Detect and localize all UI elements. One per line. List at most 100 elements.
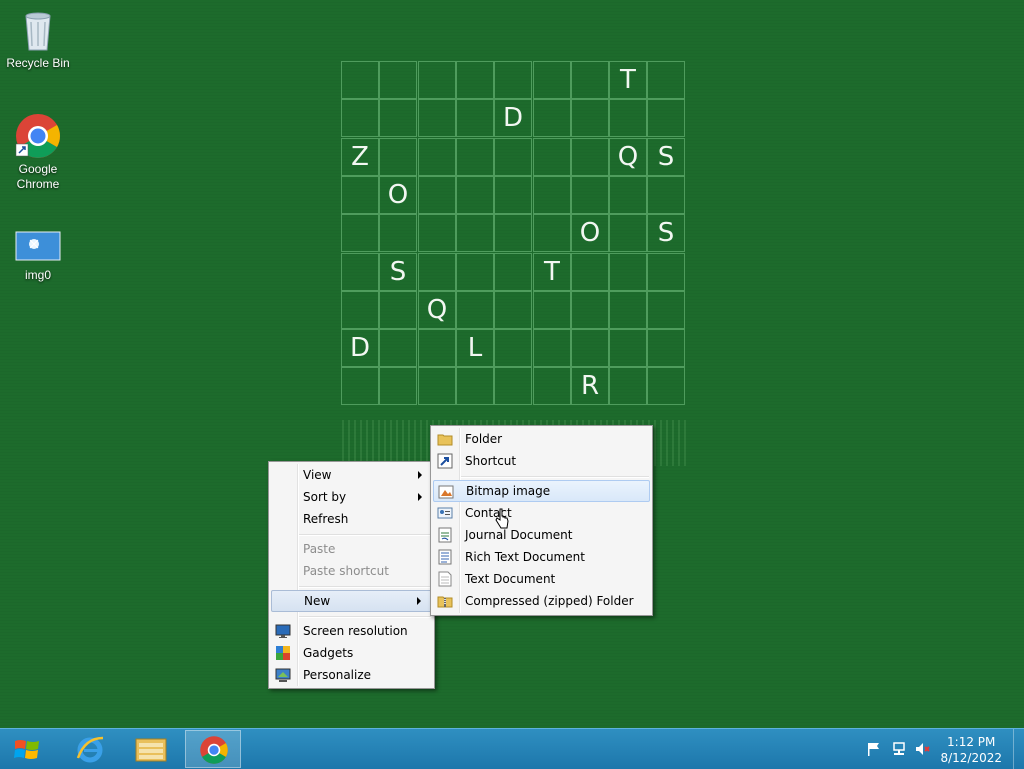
- desktop-icon-label: Recycle Bin: [6, 56, 70, 70]
- grid-cell: [533, 138, 571, 176]
- grid-cell: [379, 367, 417, 405]
- grid-cell: [609, 367, 647, 405]
- desktop-icon-label: img0: [24, 268, 51, 282]
- menu-item-sort-by[interactable]: Sort by: [271, 486, 432, 508]
- gadgets-icon: [275, 645, 291, 661]
- menu-item-new-compressed-folder[interactable]: Compressed (zipped) Folder: [433, 590, 650, 612]
- grid-cell: [571, 138, 609, 176]
- grid-cell: [571, 291, 609, 329]
- grid-cell: [647, 253, 685, 291]
- menu-item-label: Paste shortcut: [303, 564, 389, 578]
- file-explorer-icon: [135, 735, 167, 766]
- menu-item-paste[interactable]: Paste: [271, 538, 432, 560]
- grid-cell: [341, 367, 379, 405]
- grid-cell: [418, 367, 456, 405]
- menu-item-new-contact[interactable]: Contact: [433, 502, 650, 524]
- start-orb-icon: [14, 738, 40, 765]
- taskbar: 1:12 PM 8/12/2022: [0, 728, 1024, 769]
- grid-cell: [647, 329, 685, 367]
- menu-separator: [299, 586, 431, 588]
- chrome-icon: [14, 112, 62, 160]
- grid-cell: [647, 99, 685, 137]
- grid-cell: [341, 176, 379, 214]
- menu-item-new-rich-text-document[interactable]: Rich Text Document: [433, 546, 650, 568]
- grid-cell: [647, 291, 685, 329]
- grid-cell: [494, 176, 532, 214]
- volume-muted-icon[interactable]: [915, 741, 931, 757]
- text-document-icon: [437, 571, 453, 587]
- grid-cell: [494, 61, 532, 99]
- grid-cell: D: [341, 329, 379, 367]
- menu-item-label: Screen resolution: [303, 624, 408, 638]
- monitor-icon: [275, 623, 291, 639]
- desktop-icon-recycle-bin[interactable]: Recycle Bin: [0, 6, 76, 71]
- submenu-arrow-icon: [417, 597, 421, 605]
- rich-text-document-icon: [437, 549, 453, 565]
- grid-cell: D: [494, 99, 532, 137]
- menu-item-label: Gadgets: [303, 646, 354, 660]
- desktop-context-menu: View Sort by Refresh Paste Paste shortcu…: [268, 461, 435, 689]
- grid-cell: [571, 61, 609, 99]
- grid-cell: [341, 291, 379, 329]
- taskbar-internet-explorer[interactable]: [61, 730, 117, 768]
- grid-cell: [456, 138, 494, 176]
- menu-separator: [299, 534, 431, 536]
- folder-icon: [437, 431, 453, 447]
- wallpaper-letter-grid: TDZQSOOSSTQDLR: [341, 61, 686, 407]
- menu-item-personalize[interactable]: Personalize: [271, 664, 432, 686]
- grid-cell: [456, 61, 494, 99]
- grid-cell: [379, 99, 417, 137]
- menu-separator: [299, 616, 431, 618]
- grid-cell: [609, 253, 647, 291]
- grid-cell: [379, 138, 417, 176]
- mouse-cursor-icon: [495, 508, 509, 530]
- grid-cell: [418, 253, 456, 291]
- zip-folder-icon: [437, 593, 453, 609]
- action-center-flag-icon[interactable]: [866, 741, 882, 757]
- grid-cell: [533, 176, 571, 214]
- menu-item-new-folder[interactable]: Folder: [433, 428, 650, 450]
- menu-item-label: Text Document: [465, 572, 556, 586]
- grid-cell: [609, 99, 647, 137]
- desktop-icon-label: Google Chrome: [16, 162, 60, 191]
- grid-cell: [456, 176, 494, 214]
- start-button[interactable]: [0, 730, 54, 768]
- grid-cell: S: [379, 253, 417, 291]
- menu-item-new-shortcut[interactable]: Shortcut: [433, 450, 650, 472]
- grid-cell: [379, 329, 417, 367]
- taskbar-file-explorer[interactable]: [123, 730, 179, 768]
- menu-item-new-journal-document[interactable]: Journal Document: [433, 524, 650, 546]
- grid-cell: [456, 367, 494, 405]
- menu-item-gadgets[interactable]: Gadgets: [271, 642, 432, 664]
- grid-cell: [379, 291, 417, 329]
- menu-item-new[interactable]: New: [271, 590, 432, 612]
- grid-cell: [379, 61, 417, 99]
- menu-item-new-bitmap-image[interactable]: Bitmap image: [433, 480, 650, 502]
- grid-cell: Q: [418, 291, 456, 329]
- grid-cell: [341, 253, 379, 291]
- grid-cell: R: [571, 367, 609, 405]
- desktop-icon-google-chrome[interactable]: Google Chrome: [0, 112, 76, 192]
- menu-item-view[interactable]: View: [271, 464, 432, 486]
- grid-cell: [647, 61, 685, 99]
- journal-document-icon: [437, 527, 453, 543]
- desktop-icon-img0[interactable]: img0: [0, 226, 76, 283]
- menu-item-label: Bitmap image: [466, 484, 551, 498]
- network-icon[interactable]: [891, 741, 907, 757]
- grid-cell: [609, 176, 647, 214]
- menu-item-refresh[interactable]: Refresh: [271, 508, 432, 530]
- menu-item-label: Personalize: [303, 668, 372, 682]
- menu-item-label: View: [303, 468, 332, 482]
- grid-cell: [418, 176, 456, 214]
- taskbar-clock[interactable]: 1:12 PM 8/12/2022: [940, 734, 1002, 766]
- new-submenu: Folder Shortcut Bitmap image Contact Jou…: [430, 425, 653, 616]
- grid-cell: [609, 329, 647, 367]
- grid-cell: [647, 176, 685, 214]
- menu-item-new-text-document[interactable]: Text Document: [433, 568, 650, 590]
- menu-item-paste-shortcut[interactable]: Paste shortcut: [271, 560, 432, 582]
- taskbar-google-chrome[interactable]: [185, 730, 241, 768]
- grid-cell: [418, 99, 456, 137]
- show-desktop-button[interactable]: [1013, 729, 1024, 769]
- submenu-arrow-icon: [418, 493, 422, 501]
- menu-item-screen-resolution[interactable]: Screen resolution: [271, 620, 432, 642]
